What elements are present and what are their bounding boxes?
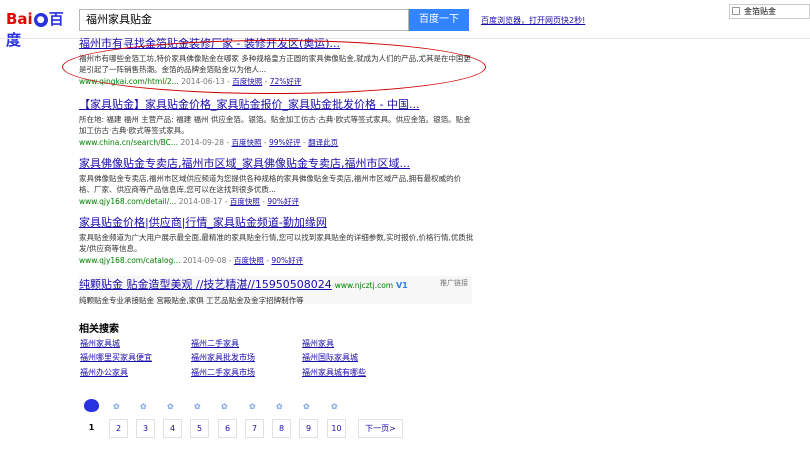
page-current: 1 — [82, 419, 101, 438]
paw-icon: ✿ — [194, 402, 201, 411]
result-rating-link[interactable]: 90%好评 — [267, 197, 299, 206]
paw-icon: ✿ — [249, 402, 256, 411]
related-link[interactable]: 福州二手家具 — [191, 338, 239, 349]
result-title[interactable]: 家具佛像贴金专卖店,福州市区域_家具佛像贴金专卖店,福州市区域... — [79, 155, 474, 171]
related-link[interactable]: 福州国际家具城 — [302, 352, 358, 363]
paw-icon: ✿ — [303, 402, 310, 411]
result-desc: 所在地: 福建 福州 主营产品: 福建 福州 供应金箔。银箔。贴金加工仿古·古典… — [79, 115, 471, 135]
related-link[interactable]: 福州办公家具 — [80, 367, 128, 378]
page-link[interactable]: 7 — [245, 419, 264, 438]
result-title[interactable]: 家具贴金价格|供应商|行情_家具贴金频道-勤加缘网 — [79, 214, 474, 230]
baidu-logo[interactable]: Bai ● 百度 — [6, 8, 72, 49]
page-link[interactable]: 5 — [190, 419, 209, 438]
result-desc: 家具佛像贴金专卖店,福州市区域供应频道为您提供各种规格的家具佛像贴金专卖店,福州… — [79, 174, 462, 194]
search-result: 【家具贴金】家具贴金价格_家具贴金报价_家具贴金批发价格 - 中国... 所在地… — [79, 96, 474, 148]
result-meta: www.qjy168.com/detail/... 2014-08-17 - 百… — [79, 197, 300, 206]
search-result: 家具佛像贴金专卖店,福州市区域_家具佛像贴金专卖店,福州市区域... 家具佛像贴… — [79, 155, 474, 207]
result-desc: 家具贴金频道为广大用户展示最全面,最精准的家具贴金行情,您可以找到家具贴金的详细… — [79, 233, 474, 253]
ad-title[interactable]: 纯颗贴金 贴金造型美观 //技艺精湛//15950508024 — [79, 278, 332, 291]
result-date: 2014-08-17 — [178, 197, 223, 206]
result-cache-link[interactable]: 百度快照 — [230, 197, 260, 206]
page-link[interactable]: 9 — [299, 419, 318, 438]
logo-bai-text: Bai — [6, 10, 33, 28]
browser-promo-link[interactable]: 百度浏览器，打开网页快2秒! — [481, 15, 585, 26]
result-cache-link[interactable]: 百度快照 — [232, 138, 262, 147]
page-link[interactable]: 4 — [163, 419, 182, 438]
next-page-button[interactable]: 下一页> — [358, 419, 403, 438]
page-link[interactable]: 6 — [218, 419, 237, 438]
search-input[interactable]: 福州家具贴金 — [79, 9, 409, 31]
result-url: www.china.cn/search/BC... — [79, 138, 179, 147]
paw-icon: ✿ — [221, 402, 228, 411]
paw-icon: ✿ — [276, 402, 283, 411]
annotation-ellipse — [62, 40, 486, 94]
ad-tag-link[interactable]: 推广链接 — [440, 278, 468, 288]
translate-link[interactable]: 翻译此页 — [308, 138, 338, 147]
paw-icon — [84, 399, 99, 412]
related-searches-title: 相关搜索 — [79, 324, 119, 335]
result-meta: www.china.cn/search/BC... 2014-09-28 - 百… — [79, 138, 339, 147]
result-date: 2014-09-08 — [182, 256, 227, 265]
result-meta: www.qjy168.com/catalog... 2014-09-08 - 百… — [79, 256, 304, 265]
sponsored-result: 纯颗贴金 贴金造型美观 //技艺精湛//15950508024 www.njcz… — [79, 276, 472, 305]
verified-badge[interactable]: V1 — [396, 281, 408, 290]
result-cache-link[interactable]: 百度快照 — [234, 256, 264, 265]
result-rating-link[interactable]: 90%好评 — [271, 256, 303, 265]
paw-icon: ✿ — [113, 402, 120, 411]
page-link[interactable]: 10 — [327, 419, 346, 438]
page-link[interactable]: 2 — [109, 419, 128, 438]
side-search-value: 金箔贴金 — [744, 7, 776, 16]
related-link[interactable]: 福州家具城有哪些 — [302, 367, 366, 378]
page-link[interactable]: 3 — [136, 419, 155, 438]
result-date: 2014-09-28 — [180, 138, 225, 147]
ad-url: www.njcztj.com — [334, 281, 394, 290]
paw-icon: ✿ — [167, 402, 174, 411]
related-link[interactable]: 福州二手家具市场 — [191, 367, 255, 378]
result-rating-link[interactable]: 99%好评 — [269, 138, 301, 147]
checkbox-icon — [732, 7, 740, 15]
paw-icon: ● — [33, 13, 48, 27]
related-link[interactable]: 福州哪里买家具便宜 — [80, 352, 152, 363]
result-url: www.qjy168.com/catalog... — [79, 256, 181, 265]
page-link[interactable]: 8 — [272, 419, 291, 438]
related-link[interactable]: 福州家具批发市场 — [191, 352, 255, 363]
side-search-input[interactable]: 金箔贴金 — [729, 4, 810, 19]
related-link[interactable]: 福州家具 — [302, 338, 334, 349]
search-button[interactable]: 百度一下 — [409, 9, 469, 31]
result-url: www.qjy168.com/detail/... — [79, 197, 177, 206]
ad-desc: 纯颗贴金专业承接贴金 宫殿贴金,家俱 工艺品贴金及金字招牌制作等 — [79, 296, 304, 305]
paw-icon: ✿ — [331, 402, 338, 411]
paw-icon: ✿ — [140, 402, 147, 411]
search-result: 家具贴金价格|供应商|行情_家具贴金频道-勤加缘网 家具贴金频道为广大用户展示最… — [79, 214, 474, 266]
result-title[interactable]: 【家具贴金】家具贴金价格_家具贴金报价_家具贴金批发价格 - 中国... — [79, 96, 474, 112]
related-link[interactable]: 福州家具城 — [80, 338, 120, 349]
